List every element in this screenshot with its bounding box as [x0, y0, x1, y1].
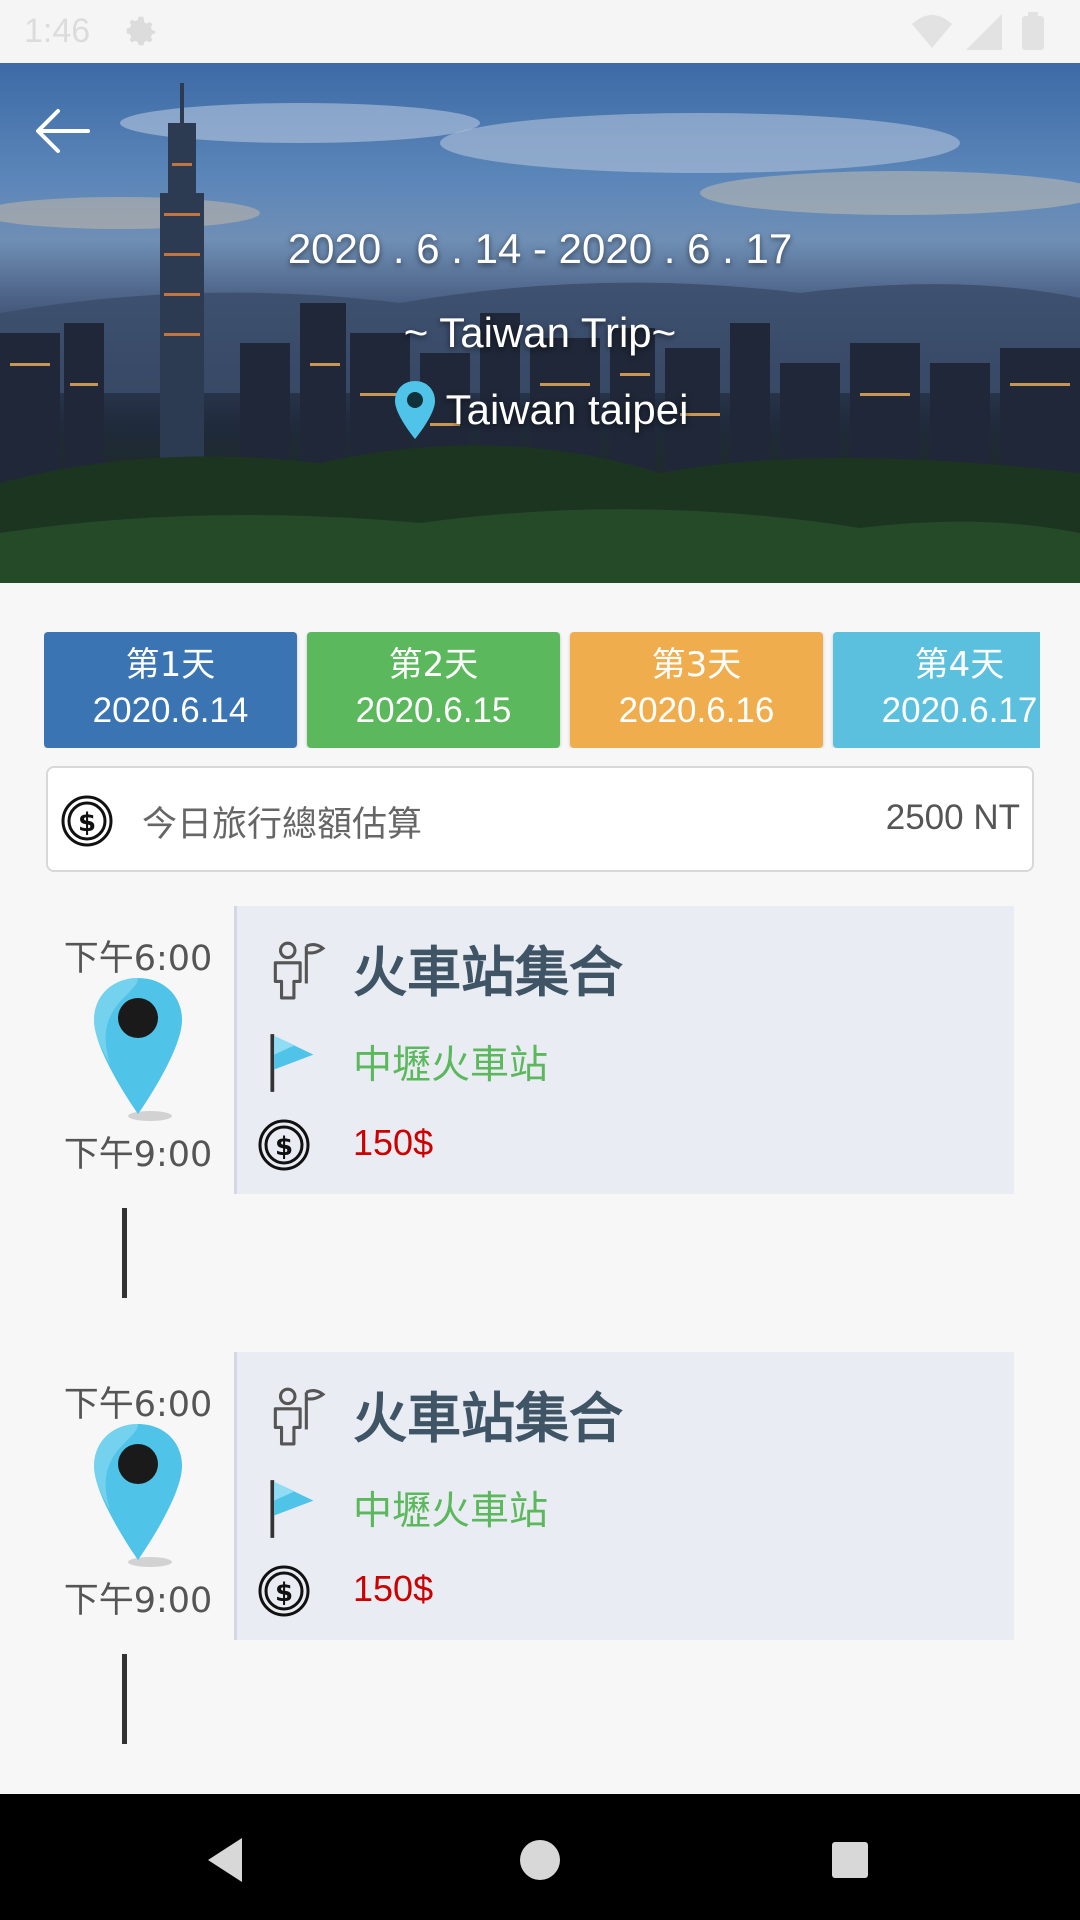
timeline-pin-icon [94, 1424, 182, 1567]
svg-text:$: $ [275, 1578, 293, 1608]
trip-location-text: Taiwan taipei [445, 386, 689, 433]
flag-icon [270, 1034, 314, 1092]
day-tab-date: 2020.6.14 [92, 691, 249, 730]
trip-detail-screen: 1:46 2020 . 6 . 14 - 2020 . 6 . 17 ~ Tai… [0, 0, 1080, 1920]
event-cost: 150$ [353, 1568, 434, 1609]
timeline-pin-icon [94, 978, 182, 1121]
back-triangle-icon[interactable] [196, 1830, 256, 1890]
dollar-coin-icon: $ [258, 1119, 310, 1171]
day-tab-3[interactable]: 第3天 2020.6.16 [570, 632, 823, 748]
map-pin-icon [394, 381, 435, 439]
wifi-icon [912, 15, 952, 48]
dollar-coin-icon: $ [258, 1565, 310, 1617]
event-card[interactable]: 火車站集合 中壢火車站 $ 150$ [234, 906, 1014, 1194]
svg-text:$: $ [275, 1132, 293, 1162]
day-tab-label: 第3天 [651, 645, 742, 685]
recents-square-icon[interactable] [820, 1830, 880, 1890]
day-tabs: 第1天 2020.6.14 第2天 2020.6.15 第3天 2020.6.1… [44, 632, 1040, 748]
day-tab-label: 第1天 [125, 645, 216, 685]
total-value: 2500 NT [885, 798, 1020, 837]
trip-header: 2020 . 6 . 14 - 2020 . 6 . 17 ~ Taiwan T… [0, 63, 1080, 583]
day-tab-label: 第2天 [388, 645, 479, 685]
dollar-coin-icon: $ [61, 795, 113, 847]
svg-text:$: $ [78, 808, 96, 838]
day-tab-date: 2020.6.15 [355, 691, 512, 730]
event-title: 火車站集合 [353, 1387, 623, 1450]
day-tab-4[interactable]: 第4天 2020.6.17 [833, 632, 1040, 748]
day-tab-label: 第4天 [914, 645, 1005, 685]
settings-gear-icon [126, 16, 156, 46]
flag-icon [270, 1480, 314, 1538]
status-bar: 1:46 [0, 0, 1080, 63]
trip-location: Taiwan taipei [0, 375, 1080, 445]
trip-title: ~ Taiwan Trip~ [403, 309, 677, 356]
event-end-time: 下午9:00 [63, 1135, 213, 1175]
signal-icon [966, 14, 1002, 50]
event-location: 中壢火車站 [353, 1489, 549, 1534]
event-end-time: 下午9:00 [63, 1581, 213, 1621]
back-arrow-icon[interactable] [28, 95, 100, 167]
home-circle-icon[interactable] [510, 1830, 570, 1890]
trip-dates: 2020 . 6 . 14 - 2020 . 6 . 17 [287, 225, 793, 272]
status-icons [912, 12, 1044, 50]
day-tab-2[interactable]: 第2天 2020.6.15 [307, 632, 560, 748]
day-tab-1[interactable]: 第1天 2020.6.14 [44, 632, 297, 748]
event-location: 中壢火車站 [353, 1043, 549, 1088]
day-tab-date: 2020.6.17 [881, 691, 1038, 730]
event-title: 火車站集合 [353, 941, 623, 1004]
total-label: 今日旅行總額估算 [142, 805, 423, 845]
battery-icon [1022, 16, 1044, 50]
person-flag-icon [273, 1387, 326, 1446]
timeline-connector [122, 1208, 127, 1298]
day-tab-date: 2020.6.16 [618, 691, 775, 730]
timeline-connector [122, 1654, 127, 1744]
system-nav-bar [0, 1794, 1080, 1920]
event-card[interactable]: 火車站集合 中壢火車站 $ 150$ [234, 1352, 1014, 1640]
person-flag-icon [273, 941, 326, 1000]
status-time: 1:46 [24, 12, 91, 50]
event-cost: 150$ [353, 1122, 434, 1163]
daily-total-bar: $ 今日旅行總額估算 2500 NT [46, 766, 1034, 872]
